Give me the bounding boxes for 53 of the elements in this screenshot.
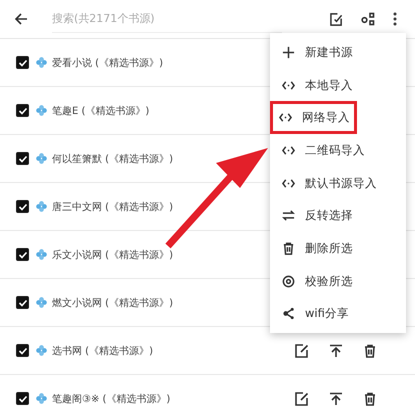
edit-icon[interactable]: [330, 12, 343, 26]
move-to-top-icon[interactable]: [329, 392, 343, 406]
checkbox[interactable]: [16, 248, 29, 261]
menu-item[interactable]: 校验所选: [270, 264, 406, 298]
menu-item[interactable]: 本地导入: [270, 68, 406, 102]
source-name: 唐三中文网 (《精选书源》): [52, 200, 173, 214]
menu-item[interactable]: 新建书源: [270, 36, 406, 69]
menu-item[interactable]: 删除所选: [270, 232, 406, 265]
menu-item[interactable]: wifi分享: [270, 298, 406, 330]
search-field[interactable]: 搜索(共2171个书源): [52, 6, 282, 32]
checkbox[interactable]: [16, 56, 29, 69]
edit-icon[interactable]: [295, 344, 309, 358]
checkbox[interactable]: [16, 152, 29, 165]
checkbox[interactable]: [16, 296, 29, 309]
back-icon[interactable]: [14, 12, 28, 26]
share-icon: [282, 307, 295, 320]
code-icon: [282, 176, 295, 190]
source-icon: [36, 345, 47, 356]
plus-icon: [282, 46, 295, 59]
checkbox[interactable]: [16, 104, 29, 117]
source-name: 选书网 (《精选书源》): [52, 344, 153, 358]
source-icon: [36, 201, 47, 212]
menu-item[interactable]: 反转选择: [270, 199, 406, 232]
source-icon: [36, 297, 47, 308]
menu-item[interactable]: 网络导入: [270, 101, 357, 134]
source-name: 乐文小说网 (《精选书源》): [52, 248, 173, 262]
swap-icon: [282, 209, 295, 222]
source-icon: [36, 249, 47, 260]
source-name: 爱看小说 (《精选书源》): [52, 56, 163, 70]
source-name: 燃文小说网 (《精选书源》): [52, 296, 173, 310]
delete-icon[interactable]: [363, 392, 377, 406]
move-to-top-icon[interactable]: [329, 344, 343, 358]
group-icon[interactable]: [361, 12, 375, 26]
code-icon: [282, 78, 295, 92]
trash-icon: [282, 242, 295, 255]
checkbox[interactable]: [16, 200, 29, 213]
verify-icon: [282, 274, 295, 288]
source-icon: [36, 105, 47, 116]
checkbox[interactable]: [16, 344, 29, 357]
menu-item[interactable]: 二维码导入: [270, 134, 406, 167]
source-icon: [36, 57, 47, 68]
edit-icon[interactable]: [295, 392, 309, 406]
source-icon: [36, 393, 47, 404]
code-icon: [282, 144, 295, 157]
source-name: 笔趣E (《精选书源》): [52, 104, 150, 118]
delete-icon[interactable]: [363, 344, 377, 358]
checkbox[interactable]: [16, 392, 29, 405]
code-icon: [279, 111, 292, 124]
source-name: 何以笙箫默 (《精选书源》): [52, 152, 173, 166]
menu-item[interactable]: 默认书源导入: [270, 166, 406, 200]
source-icon: [36, 153, 47, 164]
source-name: 笔趣阁③※ (《精选书源》): [52, 392, 170, 406]
more-icon[interactable]: [393, 12, 397, 26]
